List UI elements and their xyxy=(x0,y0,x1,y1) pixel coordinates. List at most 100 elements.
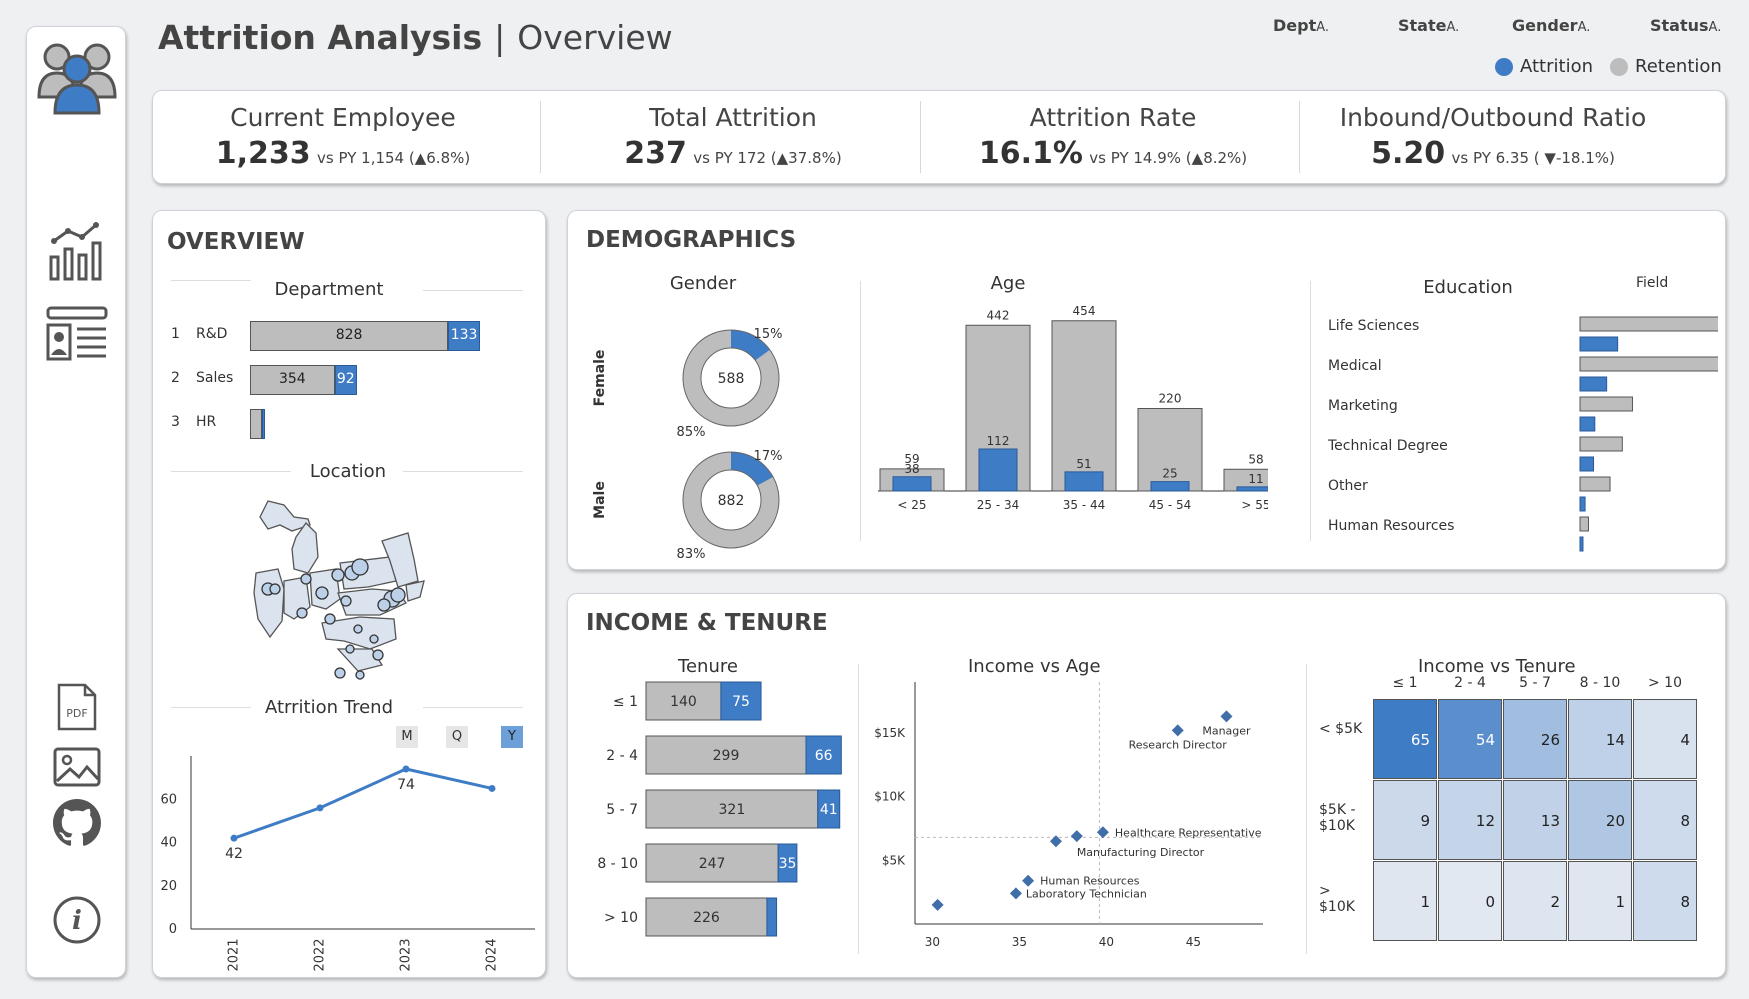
tenure-retention-value: 321 xyxy=(719,802,746,818)
divider xyxy=(1306,664,1307,954)
scatter-x-tick: 40 xyxy=(1099,935,1114,949)
education-category-label: Marketing xyxy=(1328,398,1398,414)
divider xyxy=(171,280,251,281)
department-title: Department xyxy=(274,279,384,300)
education-attrition-bar xyxy=(1579,456,1595,472)
heatmap-cell[interactable]: 14 xyxy=(1568,699,1632,779)
heatmap-cell[interactable]: 8 xyxy=(1633,780,1697,860)
kpi-inbound-outbound: Inbound/Outbound Ratio 5.20 vs PY 6.35 (… xyxy=(1303,91,1683,183)
trend-title: Atrrition Trend xyxy=(264,697,393,718)
gender-label: Male xyxy=(592,481,608,519)
trend-y-tick: 60 xyxy=(160,792,177,807)
trend-quarter-button[interactable]: Q xyxy=(446,726,468,748)
location-map[interactable] xyxy=(248,489,448,693)
page-title: Attrition Analysis | Overview xyxy=(158,18,673,57)
info-icon[interactable]: i xyxy=(27,895,127,945)
tenure-retention-value: 226 xyxy=(693,910,720,926)
heatmap-cell[interactable]: 65 xyxy=(1373,699,1437,779)
heatmap-cell[interactable]: 1 xyxy=(1373,861,1437,941)
kpi-current-employee: Current Employee 1,233 vs PY 1,154 (▲6.8… xyxy=(153,91,533,183)
demographics-panel: DEMOGRAPHICS Gender Female 588 15% 85% Male 8… xyxy=(567,210,1726,570)
profile-card-icon[interactable] xyxy=(27,305,127,365)
age-category-label: 25 - 34 xyxy=(977,498,1020,512)
education-retention-bar xyxy=(1579,316,1718,332)
gender-label: Female xyxy=(592,350,608,407)
overview-title: OVERVIEW xyxy=(167,229,305,255)
scatter-point-label: Laboratory Technician xyxy=(1026,887,1147,900)
heatmap-cell[interactable]: 54 xyxy=(1438,699,1502,779)
trend-x-tick: 2024 xyxy=(485,938,500,971)
education-retention-bar xyxy=(1579,516,1589,532)
age-retention-label: 58 xyxy=(1248,452,1263,466)
tenure-attrition-bar xyxy=(766,897,778,937)
age-category-label: < 25 xyxy=(897,498,926,512)
heatmap-cell[interactable]: 0 xyxy=(1438,861,1502,941)
trend-x-tick: 2023 xyxy=(399,938,414,971)
github-icon[interactable] xyxy=(27,799,127,847)
kpi-total-attrition: Total Attrition 237 vs PY 172 (▲37.8%) xyxy=(543,91,923,183)
dept-rank: 1 xyxy=(171,326,180,342)
trend-month-button[interactable]: M xyxy=(396,726,418,748)
heatmap-column-label: 2 - 4 xyxy=(1454,675,1486,691)
kpi-attrition-rate: Attrition Rate 16.1% vs PY 14.9% (▲8.2%) xyxy=(923,91,1303,183)
trend-point xyxy=(316,804,324,812)
education-category-label: Human Resources xyxy=(1328,518,1454,534)
dept-attrition-value: 133 xyxy=(450,327,478,343)
heatmap-cell[interactable]: 8 xyxy=(1633,861,1697,941)
kpi-value: 5.20 xyxy=(1371,136,1446,171)
age-attrition-label: 38 xyxy=(904,462,919,476)
tenure-attrition-value: 66 xyxy=(815,748,833,764)
tenure-category-label: 2 - 4 xyxy=(606,748,638,764)
tenure-retention-value: 247 xyxy=(699,856,726,872)
scatter-x-tick: 30 xyxy=(925,935,940,949)
pdf-icon[interactable]: PDF xyxy=(27,683,127,731)
heatmap-cell[interactable]: 26 xyxy=(1503,699,1567,779)
trend-x-tick: 2021 xyxy=(227,938,242,971)
heatmap-cell[interactable]: 12 xyxy=(1438,780,1502,860)
heatmap-column-label: 8 - 10 xyxy=(1579,675,1621,691)
heatmap-cell[interactable]: 20 xyxy=(1568,780,1632,860)
heatmap-row-label: > $10K xyxy=(1319,883,1355,915)
trend-data-label: 42 xyxy=(225,846,243,862)
filter-status-label: Status xyxy=(1650,16,1709,35)
users-icon[interactable] xyxy=(27,35,127,115)
income-tenure-panel: INCOME & TENURE Tenure ≤ 1 140 75 2 - 4 299 6… xyxy=(567,593,1726,978)
bar-chart-icon[interactable] xyxy=(27,219,127,283)
education-attrition-bar xyxy=(1579,336,1619,352)
heatmap-cell[interactable]: 9 xyxy=(1373,780,1437,860)
education-retention-bar xyxy=(1579,476,1611,492)
tenure-category-label: 5 - 7 xyxy=(606,802,638,818)
dept-rank: 2 xyxy=(171,370,180,386)
heatmap-row-label: $5K - $10K xyxy=(1319,802,1356,834)
filter-dept[interactable]: DeptA. xyxy=(1273,16,1329,35)
image-icon[interactable] xyxy=(27,747,127,787)
heatmap-cell[interactable]: 1 xyxy=(1568,861,1632,941)
title-separator: | xyxy=(494,18,506,57)
heatmap-cell[interactable]: 4 xyxy=(1633,699,1697,779)
trend-point xyxy=(230,834,238,842)
heatmap-cell[interactable]: 13 xyxy=(1503,780,1567,860)
education-attrition-bar xyxy=(1579,496,1586,512)
education-title: Education xyxy=(1423,277,1513,298)
trend-year-button[interactable]: Y xyxy=(501,726,523,748)
filter-gender[interactable]: GenderA. xyxy=(1512,16,1590,35)
age-attrition-label: 25 xyxy=(1162,467,1177,481)
filter-state-label: State xyxy=(1398,16,1447,35)
heatmap-cell[interactable]: 2 xyxy=(1503,861,1567,941)
kpi-value: 16.1% xyxy=(978,136,1083,171)
divider xyxy=(423,707,523,708)
trend-y-tick: 0 xyxy=(169,922,177,937)
kpi-value: 1,233 xyxy=(215,136,311,171)
education-field-button[interactable]: Field xyxy=(1636,275,1668,291)
demographics-title: DEMOGRAPHICS xyxy=(586,227,797,253)
age-attrition-bar xyxy=(978,448,1018,492)
scatter-point xyxy=(1220,710,1233,723)
filter-state[interactable]: StateA. xyxy=(1398,16,1459,35)
scatter-point xyxy=(931,898,944,911)
legend-attrition-label: Attrition xyxy=(1520,56,1593,77)
dept-retention-bar xyxy=(250,409,263,439)
dept-name: HR xyxy=(196,414,217,430)
filter-status[interactable]: StatusA. xyxy=(1650,16,1721,35)
kpi-value: 237 xyxy=(624,136,687,171)
age-attrition-bar xyxy=(892,476,932,492)
